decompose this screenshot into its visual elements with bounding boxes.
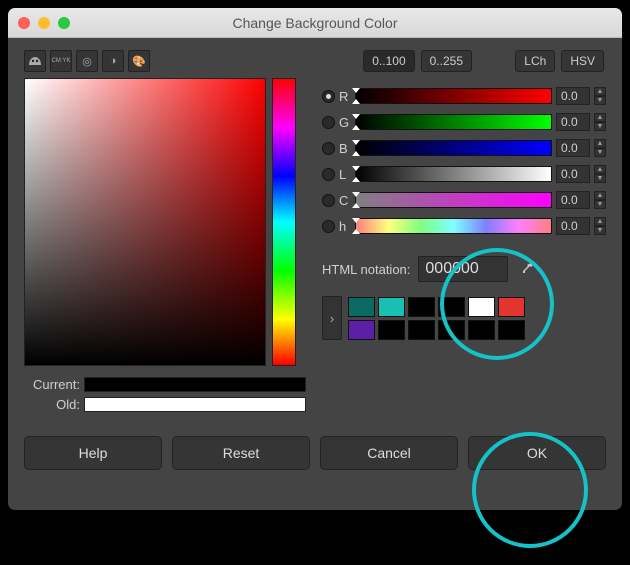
channel-radio-g[interactable]: [322, 116, 335, 129]
channel-radio-c[interactable]: [322, 194, 335, 207]
html-notation-input[interactable]: [418, 256, 508, 282]
model-buttons: LCh HSV: [515, 50, 604, 72]
channel-value-r[interactable]: 0.0: [556, 87, 590, 105]
channel-label: h: [339, 219, 351, 234]
html-notation-label: HTML notation:: [322, 262, 410, 277]
minimize-icon[interactable]: [38, 17, 50, 29]
palette-swatch[interactable]: [408, 297, 435, 317]
channel-slider-h[interactable]: [355, 218, 552, 234]
channel-value-g[interactable]: 0.0: [556, 113, 590, 131]
channel-value-h[interactable]: 0.0: [556, 217, 590, 235]
channel-spinner-c[interactable]: ▲▼: [594, 191, 606, 209]
channel-row-g: G 0.0▲▼: [322, 110, 606, 134]
channel-slider-b[interactable]: [355, 140, 552, 156]
dialog-window: Change Background Color CM YK ◎ ◑ 🎨 0..1…: [8, 8, 622, 510]
reset-button[interactable]: Reset: [172, 436, 310, 470]
hue-slider[interactable]: [272, 78, 296, 366]
current-color-swatch: [84, 377, 306, 392]
channel-label: G: [339, 115, 351, 130]
old-label: Old:: [24, 397, 84, 412]
palette-swatch[interactable]: [498, 297, 525, 317]
palette-swatch[interactable]: [408, 320, 435, 340]
channel-label: L: [339, 167, 351, 182]
color-field[interactable]: [24, 78, 266, 366]
channel-spinner-h[interactable]: ▲▼: [594, 217, 606, 235]
scale-255-button[interactable]: 0..255: [421, 50, 472, 72]
gimp-selector-icon[interactable]: [24, 50, 46, 72]
channel-row-l: L 0.0▲▼: [322, 162, 606, 186]
channel-value-c[interactable]: 0.0: [556, 191, 590, 209]
zoom-icon[interactable]: [58, 17, 70, 29]
watercolor-selector-icon[interactable]: ◎: [76, 50, 98, 72]
palette-swatch[interactable]: [348, 320, 375, 340]
palette-swatch[interactable]: [468, 320, 495, 340]
channel-slider-c[interactable]: [355, 192, 552, 208]
palette-swatch[interactable]: [468, 297, 495, 317]
channel-spinner-g[interactable]: ▲▼: [594, 113, 606, 131]
dialog-content: CM YK ◎ ◑ 🎨 0..100 0..255 LCh HSV: [8, 38, 622, 484]
lch-button[interactable]: LCh: [515, 50, 555, 72]
palette-swatch[interactable]: [498, 320, 525, 340]
channel-row-b: B 0.0▲▼: [322, 136, 606, 160]
channel-radio-r[interactable]: [322, 90, 335, 103]
channel-value-b[interactable]: 0.0: [556, 139, 590, 157]
palette-swatch[interactable]: [378, 297, 405, 317]
channel-value-l[interactable]: 0.0: [556, 165, 590, 183]
color-history-palette: [348, 297, 525, 340]
scale-100-button[interactable]: 0..100: [363, 50, 414, 72]
channel-row-h: h 0.0▲▼: [322, 214, 606, 238]
channel-label: B: [339, 141, 351, 156]
palette-selector-icon[interactable]: 🎨: [128, 50, 150, 72]
color-selector-tabs: CM YK ◎ ◑ 🎨: [24, 50, 150, 72]
channel-slider-l[interactable]: [355, 166, 552, 182]
window-controls: [8, 17, 70, 29]
palette-swatch[interactable]: [438, 297, 465, 317]
cancel-button[interactable]: Cancel: [320, 436, 458, 470]
ok-button[interactable]: OK: [468, 436, 606, 470]
channel-slider-g[interactable]: [355, 114, 552, 130]
palette-swatch[interactable]: [438, 320, 465, 340]
wheel-selector-icon[interactable]: ◑: [102, 50, 124, 72]
channel-radio-h[interactable]: [322, 220, 335, 233]
close-icon[interactable]: [18, 17, 30, 29]
channel-label: R: [339, 89, 351, 104]
channel-spinner-r[interactable]: ▲▼: [594, 87, 606, 105]
channel-spinner-l[interactable]: ▲▼: [594, 165, 606, 183]
cmyk-selector-icon[interactable]: CM YK: [50, 50, 72, 72]
channel-label: C: [339, 193, 351, 208]
channel-spinner-b[interactable]: ▲▼: [594, 139, 606, 157]
palette-swatch[interactable]: [378, 320, 405, 340]
scale-buttons: 0..100 0..255: [363, 50, 472, 72]
palette-expand-button[interactable]: ›: [322, 296, 342, 340]
palette-swatch[interactable]: [348, 297, 375, 317]
channel-row-r: R 0.0▲▼: [322, 84, 606, 108]
current-label: Current:: [24, 377, 84, 392]
channel-radio-l[interactable]: [322, 168, 335, 181]
old-color-swatch[interactable]: [84, 397, 306, 412]
window-title: Change Background Color: [233, 15, 398, 31]
channel-radio-b[interactable]: [322, 142, 335, 155]
channel-sliders: R0.0▲▼G0.0▲▼B0.0▲▼L0.0▲▼C0.0▲▼h0.0▲▼: [322, 84, 606, 238]
titlebar: Change Background Color: [8, 8, 622, 38]
hsv-button[interactable]: HSV: [561, 50, 604, 72]
eyedropper-icon[interactable]: [516, 258, 538, 280]
channel-slider-r[interactable]: [355, 88, 552, 104]
channel-row-c: C 0.0▲▼: [322, 188, 606, 212]
help-button[interactable]: Help: [24, 436, 162, 470]
